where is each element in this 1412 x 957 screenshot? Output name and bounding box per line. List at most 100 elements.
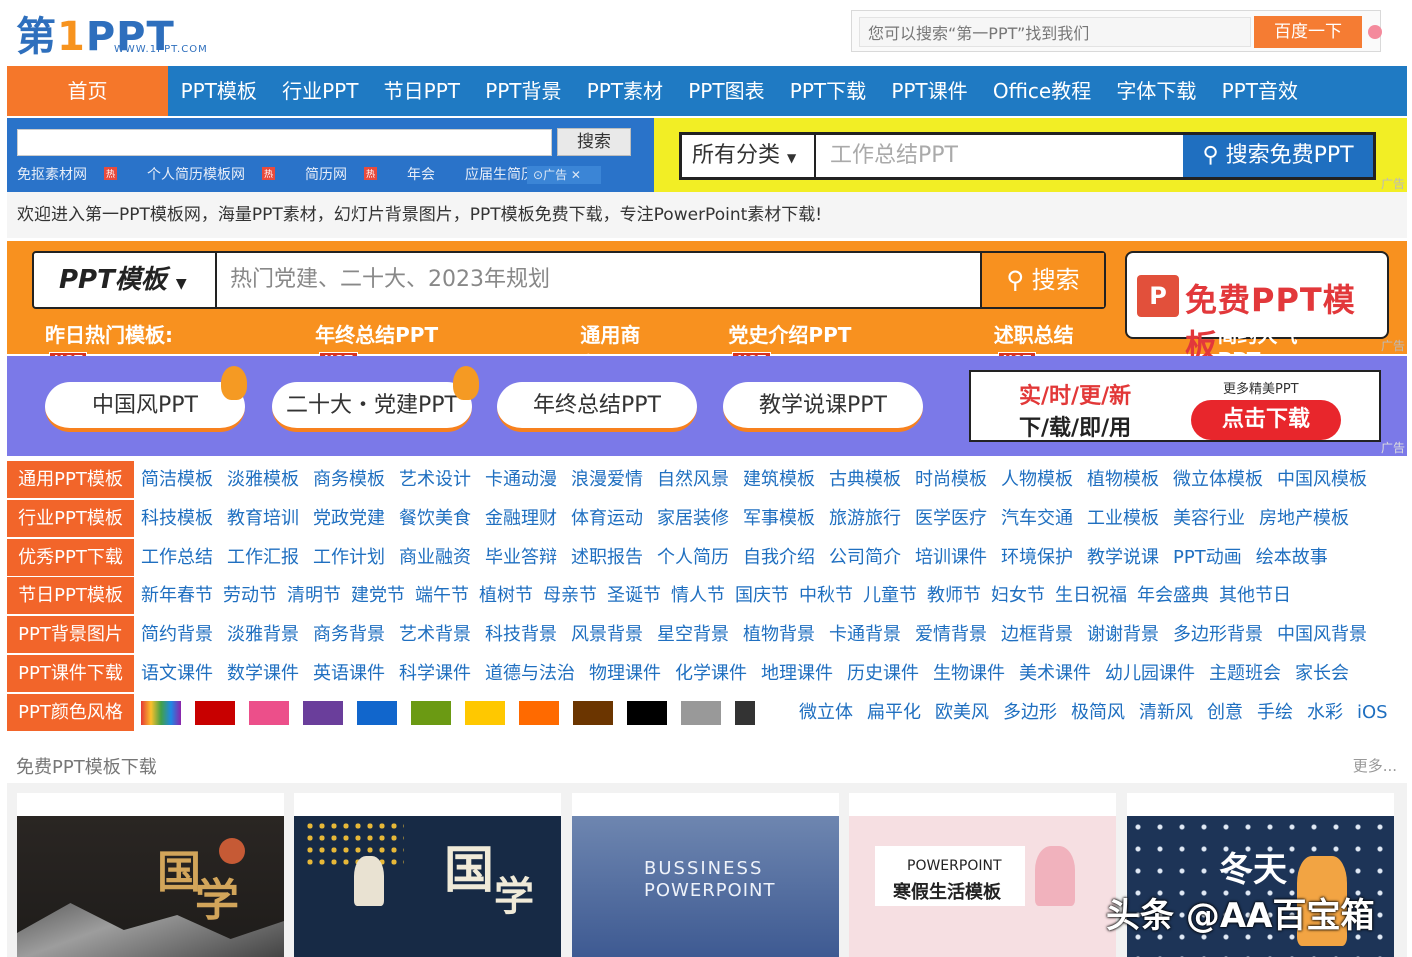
nav-home[interactable]: 首页 <box>7 66 168 116</box>
color-swatch[interactable] <box>303 700 343 725</box>
category-link[interactable]: 旅游旅行 <box>829 500 901 537</box>
orange-search-ad[interactable]: PPT模板 ▼ 热门党建、二十大、2023年规划 ⚲ 搜索 P 免费PPT模板 … <box>7 241 1407 376</box>
category-link[interactable]: 工作计划 <box>313 539 385 576</box>
category-label[interactable]: PPT背景图片 <box>7 616 134 654</box>
category-link[interactable]: 其他节日 <box>1219 577 1291 614</box>
category-link[interactable]: 英语课件 <box>313 655 385 692</box>
template-card[interactable]: 国 学 <box>294 793 561 957</box>
ad-search-keyword[interactable]: 工作总结PPT <box>830 135 958 177</box>
category-link[interactable]: 自然风景 <box>657 461 729 498</box>
category-link[interactable]: 儿童节 <box>863 577 917 614</box>
color-swatch[interactable] <box>357 700 397 725</box>
pill-teaching[interactable]: 教学说课PPT <box>723 382 923 432</box>
category-link[interactable]: 微立体模板 <box>1173 461 1263 498</box>
category-link[interactable]: 工业模板 <box>1087 500 1159 537</box>
category-link[interactable]: 多边形 <box>1003 694 1057 731</box>
category-link[interactable]: 科技背景 <box>485 616 557 653</box>
category-link[interactable]: 公司简介 <box>829 539 901 576</box>
ad-search-button[interactable]: ⚲ 搜索免费PPT <box>1183 135 1373 177</box>
category-link[interactable]: 艺术设计 <box>399 461 471 498</box>
template-card[interactable]: POWERPOINT 寒假生活模板 <box>849 793 1116 957</box>
purple-banner-ad[interactable]: 中国风PPT 二十大・党建PPT 年终总结PPT 教学说课PPT 实/时/更/新… <box>7 356 1407 456</box>
category-link[interactable]: 星空背景 <box>657 616 729 653</box>
category-link[interactable]: 中国风模板 <box>1277 461 1367 498</box>
category-link[interactable]: iOS <box>1357 694 1388 731</box>
category-link[interactable]: 建筑模板 <box>743 461 815 498</box>
category-link[interactable]: 医学医疗 <box>915 500 987 537</box>
category-link[interactable]: 植物背景 <box>743 616 815 653</box>
nav-item[interactable]: PPT音效 <box>1209 66 1311 116</box>
site-search-button[interactable]: 搜索 <box>557 128 631 156</box>
category-link[interactable]: 军事模板 <box>743 500 815 537</box>
category-link[interactable]: 风景背景 <box>571 616 643 653</box>
category-link[interactable]: 简洁模板 <box>141 461 213 498</box>
category-link[interactable]: 科学课件 <box>399 655 471 692</box>
category-label[interactable]: PPT颜色风格 <box>7 693 134 731</box>
nav-item[interactable]: PPT背景 <box>473 66 575 116</box>
category-link[interactable]: 生日祝福 <box>1055 577 1127 614</box>
category-link[interactable]: 美容行业 <box>1173 500 1245 537</box>
template-search-placeholder[interactable]: 热门党建、二十大、2023年规划 <box>230 253 550 307</box>
template-search-button[interactable]: ⚲ 搜索 <box>980 253 1104 307</box>
category-link[interactable]: 建党节 <box>351 577 405 614</box>
category-link[interactable]: PPT动画 <box>1173 539 1242 576</box>
category-link[interactable]: 地理课件 <box>761 655 833 692</box>
nav-item[interactable]: PPT素材 <box>574 66 676 116</box>
category-link[interactable]: 微立体 <box>799 694 853 731</box>
category-link[interactable]: 绘本故事 <box>1256 539 1328 576</box>
category-link[interactable]: 工作汇报 <box>227 539 299 576</box>
category-link[interactable]: 金融理财 <box>485 500 557 537</box>
baidu-search-button[interactable]: 百度一下 <box>1254 16 1362 48</box>
nav-item[interactable]: PPT课件 <box>879 66 981 116</box>
site-logo[interactable]: 第1PPT WWW.1PPT.COM <box>16 6 226 60</box>
template-card[interactable]: 国 学 <box>17 793 284 957</box>
category-link[interactable]: 艺术背景 <box>399 616 471 653</box>
color-swatch[interactable] <box>465 700 505 725</box>
category-link[interactable]: 清明节 <box>287 577 341 614</box>
category-link[interactable]: 水彩 <box>1307 694 1343 731</box>
category-link[interactable]: 工作总结 <box>141 539 213 576</box>
baidu-search-input[interactable] <box>859 17 1251 47</box>
category-label[interactable]: 行业PPT模板 <box>7 499 134 537</box>
ad-tag[interactable]: ⊙广告 ✕ <box>527 166 601 184</box>
category-link[interactable]: 科技模板 <box>141 500 213 537</box>
category-link[interactable]: 物理课件 <box>589 655 661 692</box>
color-swatch[interactable] <box>519 700 559 725</box>
nav-item[interactable]: PPT模板 <box>168 66 270 116</box>
category-link[interactable]: 边框背景 <box>1001 616 1073 653</box>
category-link[interactable]: 道德与法治 <box>485 655 575 692</box>
category-link[interactable]: 党政党建 <box>313 500 385 537</box>
quick-link[interactable]: 年会 <box>407 164 450 184</box>
category-link[interactable]: 母亲节 <box>543 577 597 614</box>
category-link[interactable]: 语文课件 <box>141 655 213 692</box>
quick-link[interactable]: 个人简历模板网热 <box>147 164 290 184</box>
category-link[interactable]: 教师节 <box>927 577 981 614</box>
pill-chinese-style[interactable]: 中国风PPT <box>45 382 245 432</box>
category-link[interactable]: 环境保护 <box>1001 539 1073 576</box>
category-link[interactable]: 淡雅模板 <box>227 461 299 498</box>
category-link[interactable]: 毕业答辩 <box>485 539 557 576</box>
category-link[interactable]: 淡雅背景 <box>227 616 299 653</box>
category-link[interactable]: 家居装修 <box>657 500 729 537</box>
category-link[interactable]: 端午节 <box>415 577 469 614</box>
category-link[interactable]: 生物课件 <box>933 655 1005 692</box>
category-link[interactable]: 劳动节 <box>223 577 277 614</box>
category-link[interactable]: 圣诞节 <box>607 577 661 614</box>
click-download-button[interactable]: 点击下载 <box>1191 400 1341 440</box>
color-swatch[interactable] <box>195 700 235 725</box>
category-link[interactable]: 商业融资 <box>399 539 471 576</box>
category-link[interactable]: 卡通背景 <box>829 616 901 653</box>
category-link[interactable]: 人物模板 <box>1001 461 1073 498</box>
category-link[interactable]: 植树节 <box>479 577 533 614</box>
category-link[interactable]: 卡通动漫 <box>485 461 557 498</box>
category-link[interactable]: 时尚模板 <box>915 461 987 498</box>
template-card[interactable]: BUSSINESS POWERPOINT <box>572 793 839 957</box>
color-swatch[interactable] <box>627 700 667 725</box>
category-link[interactable]: 中秋节 <box>799 577 853 614</box>
nav-item[interactable]: PPT图表 <box>676 66 778 116</box>
category-link[interactable]: 欧美风 <box>935 694 989 731</box>
quick-link[interactable]: 简历网热 <box>305 164 392 184</box>
category-link[interactable]: 体育运动 <box>571 500 643 537</box>
nav-item[interactable]: PPT下载 <box>777 66 879 116</box>
category-link[interactable]: 培训课件 <box>915 539 987 576</box>
